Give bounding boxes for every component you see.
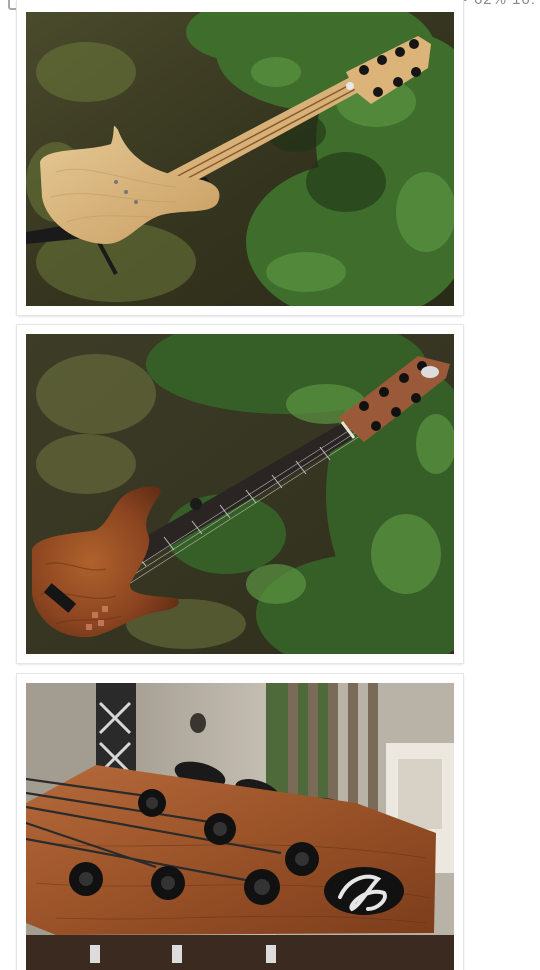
bass-bubinga-image xyxy=(26,334,454,654)
status-text: •• 62% 10: xyxy=(456,0,536,8)
photo-3-subject: headstock-closeup xyxy=(17,674,18,675)
photo-bass-bubinga[interactable] xyxy=(26,334,454,654)
photo-card-3[interactable]: headstock-closeup xyxy=(17,674,463,970)
photo-bass-natural[interactable] xyxy=(26,12,454,306)
photo-card-1[interactable]: bass-natural-ash xyxy=(17,0,463,315)
photo-card-2[interactable]: bass-bubinga xyxy=(17,325,463,663)
photo-1-subject: bass-natural-ash xyxy=(17,0,18,1)
photo-2-subject: bass-bubinga xyxy=(17,325,18,326)
headstock-closeup-image xyxy=(26,683,454,970)
photo-headstock-closeup[interactable] xyxy=(26,683,454,970)
bass-natural-image xyxy=(26,12,454,306)
